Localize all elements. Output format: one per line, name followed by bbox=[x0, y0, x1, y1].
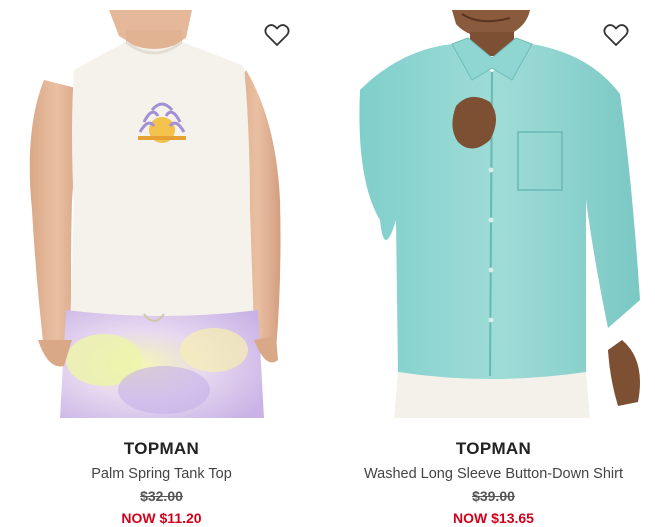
original-price: $32.00 bbox=[140, 488, 183, 504]
product-name-link[interactable]: Washed Long Sleeve Button-Down Shirt bbox=[332, 465, 655, 483]
tank-top-model-photo bbox=[29, 10, 281, 418]
product-grid: TOPMAN Palm Spring Tank Top $32.00 NOW $… bbox=[0, 0, 655, 527]
product-info: TOPMAN Palm Spring Tank Top $32.00 NOW $… bbox=[0, 438, 323, 527]
original-price: $39.00 bbox=[472, 488, 515, 504]
product-name-link[interactable]: Palm Spring Tank Top bbox=[0, 465, 323, 483]
sale-price: NOW $11.20 bbox=[121, 510, 202, 526]
product-info: TOPMAN Washed Long Sleeve Button-Down Sh… bbox=[332, 438, 655, 527]
sale-price: NOW $13.65 bbox=[453, 510, 534, 526]
wishlist-heart-icon[interactable] bbox=[602, 22, 630, 48]
wishlist-heart-icon[interactable] bbox=[263, 22, 291, 48]
button-down-shirt-model-photo bbox=[359, 10, 640, 418]
product-brand: TOPMAN bbox=[455, 439, 532, 458]
product-brand: TOPMAN bbox=[123, 439, 200, 458]
product-image[interactable] bbox=[14, 10, 316, 418]
product-card[interactable]: TOPMAN Palm Spring Tank Top $32.00 NOW $… bbox=[0, 0, 323, 527]
product-image[interactable] bbox=[340, 10, 646, 418]
product-card[interactable]: TOPMAN Washed Long Sleeve Button-Down Sh… bbox=[332, 0, 655, 527]
